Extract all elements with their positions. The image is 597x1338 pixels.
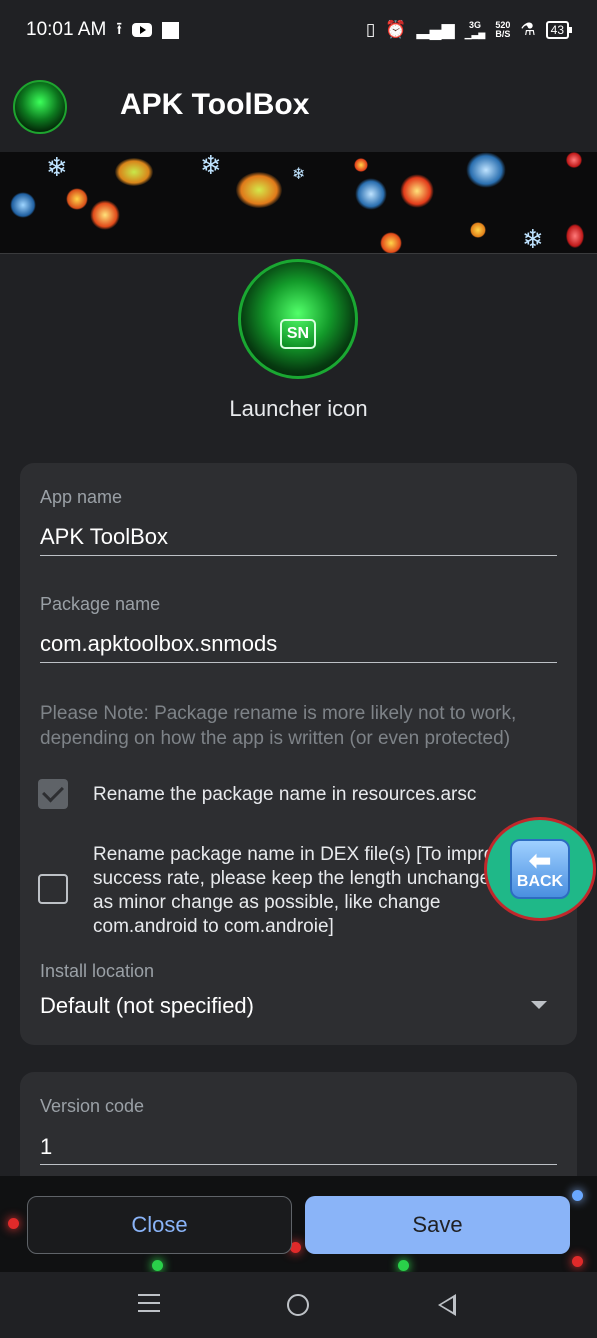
light-bulb-icon — [398, 1260, 409, 1271]
launcher-icon-image[interactable]: SN — [238, 259, 358, 379]
launcher-monogram: SN — [280, 319, 316, 349]
close-button[interactable]: Close — [27, 1196, 292, 1254]
status-left: 10:01 AM ⭱ — [26, 16, 180, 45]
upload-icon: ⭱ — [116, 18, 123, 38]
back-icon[interactable] — [438, 1294, 456, 1316]
light-bulb-icon — [566, 224, 584, 248]
rename-resources-checkbox[interactable] — [38, 779, 68, 809]
light-bulb-icon — [8, 1218, 19, 1229]
vibrate-icon: ▯ — [365, 20, 376, 39]
alarm-icon: ⏰ — [385, 20, 407, 39]
app-name-underline — [40, 555, 557, 556]
install-location-label: Install location — [40, 961, 155, 981]
firework-icon — [236, 172, 282, 208]
light-bulb-icon — [566, 152, 582, 168]
package-name-input[interactable]: com.apktoolbox.snmods — [40, 631, 277, 657]
firework-icon — [354, 158, 368, 172]
signal-icon: ▂▄▆ — [416, 20, 455, 39]
status-time: 10:01 AM — [26, 19, 107, 40]
back-button-label: BACK — [516, 873, 564, 890]
network-speed: 520 B/S — [495, 21, 510, 39]
firework-icon — [466, 152, 506, 188]
light-bulb-icon — [572, 1190, 583, 1201]
rename-dex-checkbox[interactable] — [38, 874, 68, 904]
action-bar: Close Save — [0, 1176, 597, 1272]
notification-square-icon — [162, 21, 180, 39]
firework-icon — [66, 188, 88, 210]
app-name-input[interactable]: APK ToolBox — [40, 524, 168, 550]
firework-icon — [355, 178, 387, 210]
system-nav-bar — [0, 1272, 597, 1338]
network-type: 3G ▁▃▅ — [465, 21, 486, 39]
app-name-label: App name — [40, 487, 123, 507]
package-name-underline — [40, 662, 557, 663]
youtube-icon — [132, 23, 153, 37]
firework-icon — [380, 232, 402, 253]
chevron-down-icon[interactable] — [531, 1001, 547, 1009]
floating-back-button[interactable]: ⬅ BACK — [484, 817, 596, 921]
firework-icon — [10, 192, 36, 218]
flask-icon: ⚗ — [520, 20, 536, 39]
light-bulb-icon — [152, 1260, 163, 1271]
version-code-underline — [40, 1164, 557, 1165]
rename-resources-label: Rename the package name in resources.ars… — [93, 784, 477, 805]
app-bar: APK ToolBox — [0, 60, 597, 154]
firework-icon — [470, 222, 486, 238]
rename-dex-label: Rename package name in DEX file(s) [To i… — [93, 844, 533, 937]
app-title: APK ToolBox — [120, 88, 310, 121]
app-info-card: App name APK ToolBox Package name com.ap… — [20, 463, 577, 1045]
festive-banner: ❄ ❄ ❄ ❄ — [0, 152, 597, 254]
back-arrow-icon: ⬅ BACK — [510, 839, 570, 899]
package-rename-note: Please Note: Package rename is more like… — [40, 703, 517, 749]
snowflake-icon: ❄ — [292, 166, 306, 183]
firework-icon — [115, 158, 153, 186]
snowflake-icon: ❄ — [200, 152, 222, 180]
snowflake-icon: ❄ — [46, 152, 68, 182]
home-icon[interactable] — [287, 1294, 309, 1316]
network-bars-icon: ▁▃▅ — [464, 29, 486, 39]
light-bulb-icon — [572, 1256, 583, 1267]
firework-icon — [90, 200, 120, 230]
network-speed-unit: B/S — [495, 29, 511, 39]
status-right: ▯ ⏰ ▂▄▆ 3G ▁▃▅ 520 B/S ⚗ 43 — [365, 20, 573, 40]
version-code-input[interactable]: 1 — [40, 1134, 52, 1160]
battery-icon: 43 — [545, 21, 573, 39]
recent-apps-icon[interactable] — [138, 1294, 160, 1318]
left-arrow-icon: ⬅ — [528, 845, 552, 876]
app-logo-icon — [13, 80, 67, 134]
save-button[interactable]: Save — [305, 1196, 570, 1254]
package-name-label: Package name — [40, 594, 161, 614]
snowflake-icon: ❄ — [522, 224, 544, 254]
install-location-select[interactable]: Default (not specified) — [40, 993, 254, 1019]
status-bar: 10:01 AM ⭱ ▯ ⏰ ▂▄▆ 3G ▁▃▅ 520 B/S ⚗ 43 — [0, 0, 597, 60]
launcher-icon-label: Launcher icon — [229, 396, 368, 421]
version-code-label: Version code — [40, 1096, 145, 1116]
firework-icon — [400, 174, 434, 208]
